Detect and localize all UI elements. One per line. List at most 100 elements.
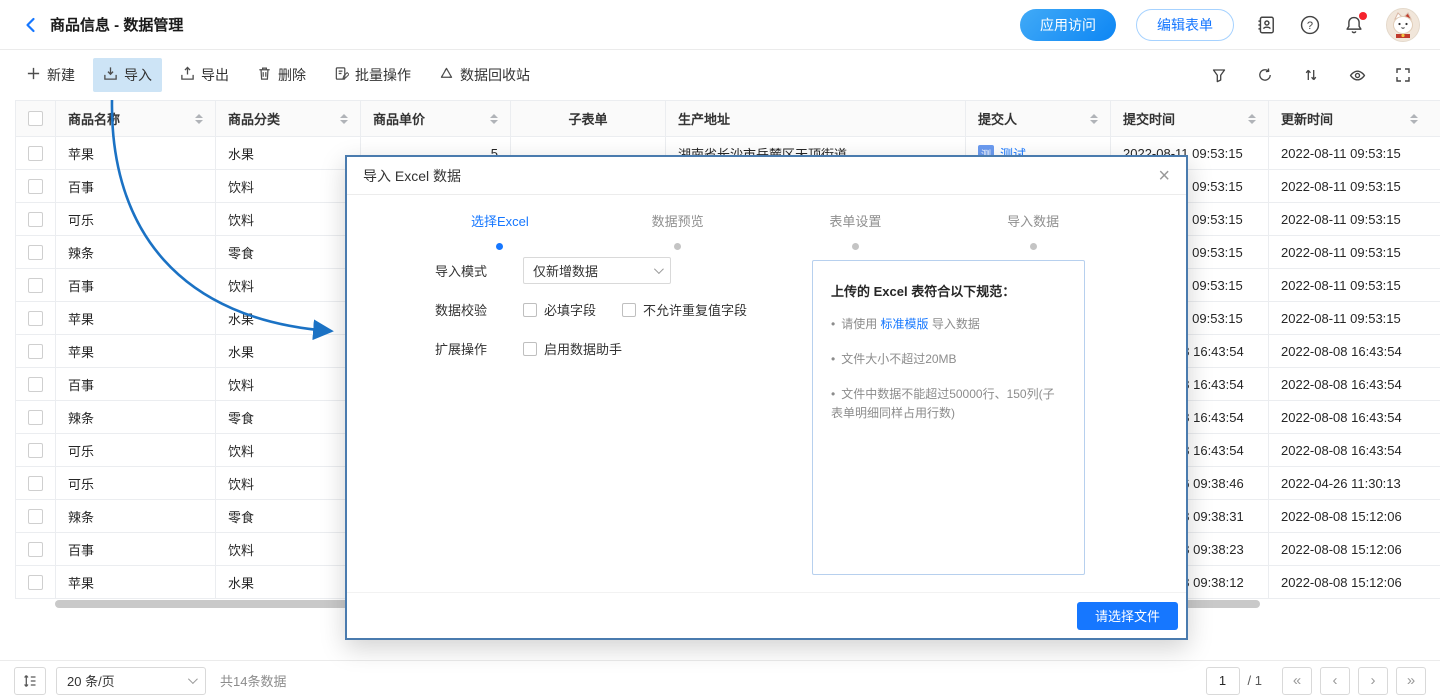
no-duplicate-checkbox[interactable] (622, 303, 636, 317)
row-checkbox[interactable] (16, 533, 56, 565)
step-dot (1030, 243, 1037, 250)
cell-product-name: 百事 (56, 269, 216, 301)
data-validation-label: 数据校验 (435, 300, 501, 319)
sort-carets-icon[interactable] (490, 114, 498, 124)
edit-form-button[interactable]: 编辑表单 (1136, 9, 1234, 41)
row-checkbox[interactable] (16, 335, 56, 367)
fullscreen-icon[interactable] (1394, 66, 1412, 84)
avatar[interactable] (1386, 8, 1420, 42)
row-checkbox[interactable] (16, 170, 56, 202)
row-checkbox[interactable] (16, 401, 56, 433)
cell-product-name: 苹果 (56, 335, 216, 367)
step-import-data[interactable]: 导入数据 (944, 211, 1122, 250)
data-assistant-checkbox[interactable] (523, 342, 537, 356)
column-header-subform[interactable]: 子表单 (511, 101, 666, 136)
cell-update-time: 2022-08-08 15:12:06 (1269, 500, 1440, 532)
select-all-checkbox[interactable] (16, 101, 56, 136)
row-checkbox[interactable] (16, 269, 56, 301)
page-number-input[interactable] (1206, 667, 1240, 695)
import-button[interactable]: 导入 (93, 58, 162, 92)
page-title: 商品信息 - 数据管理 (50, 14, 183, 35)
cell-update-time: 2022-08-08 15:12:06 (1269, 566, 1440, 598)
prev-page-button[interactable]: ‹ (1320, 667, 1350, 695)
sort-carets-icon[interactable] (195, 114, 203, 124)
cell-category: 饮料 (216, 533, 361, 565)
standard-template-link[interactable]: 标准模版 (881, 317, 929, 331)
chevron-down-icon (188, 674, 198, 684)
app-access-button[interactable]: 应用访问 (1020, 9, 1116, 41)
row-checkbox[interactable] (16, 236, 56, 268)
spec-bullet: •文件大小不超过20MB (831, 350, 1066, 370)
row-checkbox[interactable] (16, 566, 56, 598)
step-form-settings[interactable]: 表单设置 (767, 211, 945, 250)
row-checkbox[interactable] (16, 302, 56, 334)
sort-carets-icon[interactable] (1090, 114, 1098, 124)
column-header-category[interactable]: 商品分类 (216, 101, 361, 136)
back-icon[interactable] (20, 14, 42, 36)
row-height-icon[interactable] (14, 667, 46, 695)
column-header-update-time[interactable]: 更新时间 (1269, 101, 1440, 136)
column-header-price[interactable]: 商品单价 (361, 101, 511, 136)
step-dot (674, 243, 681, 250)
total-count-label: 共14条数据 (220, 671, 286, 690)
cell-category: 饮料 (216, 434, 361, 466)
app-window: 商品信息 - 数据管理 应用访问 编辑表单 ? (0, 0, 1440, 700)
cell-update-time: 2022-08-11 09:53:15 (1269, 269, 1440, 301)
plus-icon (26, 66, 41, 84)
next-page-button[interactable]: › (1358, 667, 1388, 695)
step-dot (852, 243, 859, 250)
new-button[interactable]: 新建 (16, 58, 85, 92)
sort-carets-icon[interactable] (340, 114, 348, 124)
help-icon[interactable]: ? (1298, 13, 1322, 37)
choose-file-button[interactable]: 请选择文件 (1077, 602, 1178, 630)
cell-product-name: 百事 (56, 170, 216, 202)
sort-carets-icon[interactable] (1410, 114, 1418, 124)
cell-update-time: 2022-04-26 11:30:13 (1269, 467, 1440, 499)
row-checkbox[interactable] (16, 203, 56, 235)
eye-icon[interactable] (1348, 66, 1366, 84)
cell-category: 饮料 (216, 269, 361, 301)
sort-carets-icon[interactable] (1248, 114, 1256, 124)
page-total-label: / 1 (1248, 673, 1262, 688)
delete-button[interactable]: 删除 (247, 58, 316, 92)
first-page-button[interactable]: « (1282, 667, 1312, 695)
address-book-icon[interactable] (1254, 13, 1278, 37)
row-checkbox[interactable] (16, 467, 56, 499)
cell-update-time: 2022-08-11 09:53:15 (1269, 170, 1440, 202)
sort-icon[interactable] (1302, 66, 1320, 84)
cell-product-name: 苹果 (56, 302, 216, 334)
step-data-preview[interactable]: 数据预览 (589, 211, 767, 250)
pager: / 1 « ‹ › » (1206, 667, 1426, 695)
spec-title: 上传的 Excel 表符合以下规范： (831, 281, 1066, 300)
cell-product-name: 辣条 (56, 401, 216, 433)
cell-category: 饮料 (216, 170, 361, 202)
svg-text:?: ? (1307, 20, 1313, 32)
row-checkbox[interactable] (16, 434, 56, 466)
cell-update-time: 2022-08-11 09:53:15 (1269, 302, 1440, 334)
row-checkbox[interactable] (16, 500, 56, 532)
close-icon[interactable]: × (1158, 166, 1170, 186)
cell-update-time: 2022-08-08 16:43:54 (1269, 368, 1440, 400)
row-checkbox[interactable] (16, 368, 56, 400)
pagination-bar: 20 条/页 共14条数据 / 1 « ‹ › » (0, 660, 1440, 700)
cell-update-time: 2022-08-11 09:53:15 (1269, 137, 1440, 169)
import-mode-select[interactable]: 仅新增数据 (523, 257, 671, 284)
row-checkbox[interactable] (16, 137, 56, 169)
refresh-icon[interactable] (1256, 66, 1274, 84)
filter-icon[interactable] (1210, 66, 1228, 84)
notification-bell-icon[interactable] (1342, 13, 1366, 37)
column-header-submitter[interactable]: 提交人 (966, 101, 1111, 136)
toolbar-right-icons (1210, 66, 1424, 84)
column-header-submit-time[interactable]: 提交时间 (1111, 101, 1269, 136)
page-size-select[interactable]: 20 条/页 (56, 667, 206, 695)
column-header-product-name[interactable]: 商品名称 (56, 101, 216, 136)
required-fields-checkbox[interactable] (523, 303, 537, 317)
cell-category: 水果 (216, 335, 361, 367)
spec-bullet: •文件中数据不能超过50000行、150列(子表单明细同样占用行数) (831, 385, 1066, 425)
export-button[interactable]: 导出 (170, 58, 239, 92)
batch-operation-button[interactable]: 批量操作 (324, 58, 421, 92)
recycle-bin-button[interactable]: 数据回收站 (429, 58, 540, 92)
last-page-button[interactable]: » (1396, 667, 1426, 695)
step-select-excel[interactable]: 选择Excel (411, 211, 589, 250)
column-header-address[interactable]: 生产地址 (666, 101, 966, 136)
